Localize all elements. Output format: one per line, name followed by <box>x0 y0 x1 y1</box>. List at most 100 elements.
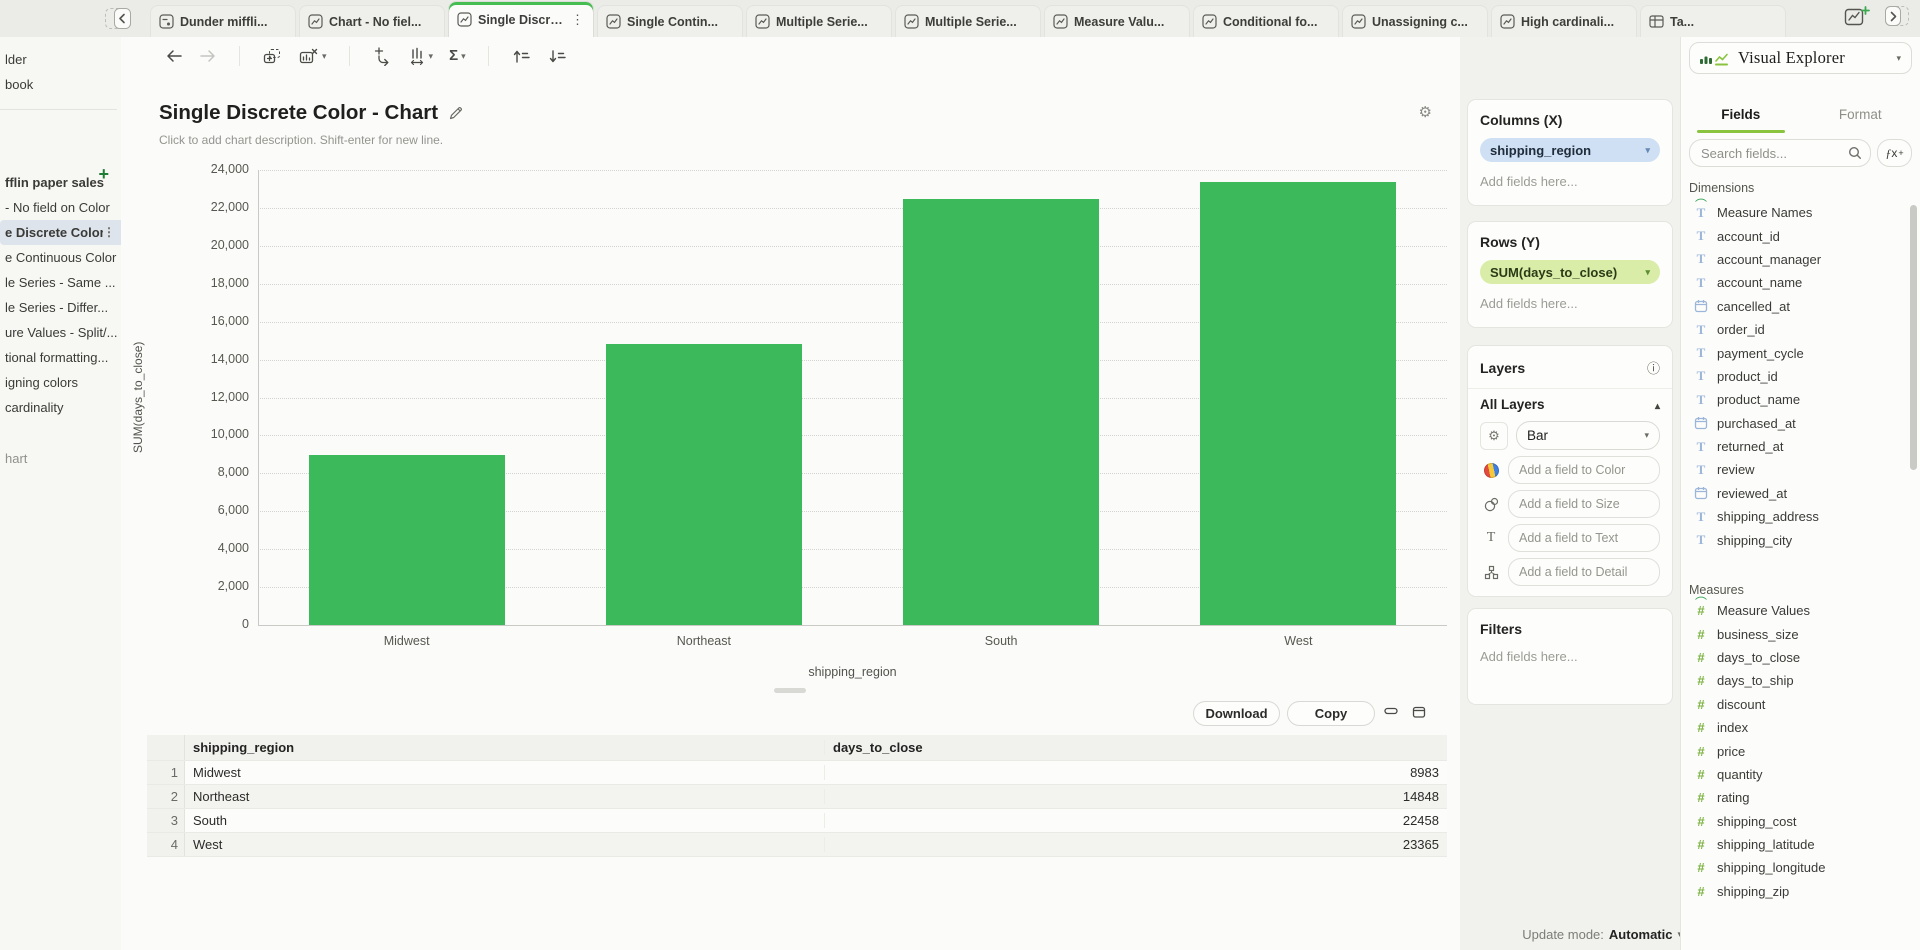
redo-button[interactable] <box>199 48 217 64</box>
bar-west[interactable] <box>1200 182 1396 625</box>
columns-x-dropzone[interactable]: Add fields here... <box>1480 174 1660 189</box>
tab-high-cardinali[interactable]: High cardinali... <box>1491 5 1637 37</box>
rows-y-field-pill[interactable]: SUM(days_to_close) <box>1480 260 1660 284</box>
field-price[interactable]: #price <box>1681 739 1906 762</box>
tab-single-contin[interactable]: Single Contin... <box>597 5 743 37</box>
columns-x-field-pill[interactable]: shipping_region <box>1480 138 1660 162</box>
update-mode-control[interactable]: Update mode: Automatic <box>1522 927 1682 942</box>
all-layers-toggle[interactable]: All Layers <box>1480 397 1660 412</box>
rows-y-dropzone[interactable]: Add fields here... <box>1480 296 1660 311</box>
field-days-to-close[interactable]: #days_to_close <box>1681 646 1906 669</box>
table-row[interactable]: 3South22458 <box>147 809 1447 833</box>
minimize-results-button[interactable] <box>1384 706 1399 716</box>
field-payment-cycle[interactable]: Tpayment_cycle <box>1681 341 1906 364</box>
tab-multiple-serie[interactable]: Multiple Serie... <box>746 5 892 37</box>
duplicate-chart-button[interactable] <box>262 47 282 66</box>
sidebar-item-le-series-same[interactable]: le Series - Same ... <box>0 270 121 295</box>
field-shipping-cost[interactable]: #shipping_cost <box>1681 810 1906 833</box>
table-row[interactable]: 1Midwest8983 <box>147 761 1447 785</box>
expand-panel-button[interactable] <box>1884 5 1910 27</box>
table-row[interactable]: 2Northeast14848 <box>147 785 1447 809</box>
chart-description-placeholder[interactable]: Click to add chart description. Shift-en… <box>159 133 443 147</box>
field-returned-at[interactable]: Treturned_at <box>1681 435 1906 458</box>
sidebar-item-e-continuous-color[interactable]: e Continuous Color <box>0 245 121 270</box>
field-shipping-city[interactable]: Tshipping_city <box>1681 528 1906 551</box>
tab-fields[interactable]: Fields <box>1681 99 1801 133</box>
field-account-name[interactable]: Taccount_name <box>1681 271 1906 294</box>
sidebar-item-lder[interactable]: lder <box>0 47 121 72</box>
filters-dropzone[interactable]: Add fields here... <box>1480 649 1660 664</box>
sidebar-item-cardinality[interactable]: cardinality <box>0 395 121 420</box>
table-row[interactable]: 4West23365 <box>147 833 1447 857</box>
aggregate-button[interactable] <box>449 47 466 65</box>
sort-descending-button[interactable] <box>547 48 567 65</box>
tab-unassigning-c[interactable]: Unassigning c... <box>1342 5 1488 37</box>
field-account-id[interactable]: Taccount_id <box>1681 224 1906 247</box>
info-icon[interactable] <box>1647 358 1660 378</box>
add-chart-sidebar-button[interactable] <box>98 165 109 183</box>
field-measure-values[interactable]: ⌒#Measure Values <box>1681 599 1906 622</box>
sidebar-item-ure-values-split[interactable]: ure Values - Split/... <box>0 320 121 345</box>
tab-ta[interactable]: Ta... <box>1640 5 1786 37</box>
field-purchased-at[interactable]: purchased_at <box>1681 412 1906 435</box>
copy-button[interactable]: Copy <box>1287 701 1375 726</box>
app-switcher[interactable]: Visual Explorer <box>1689 42 1912 74</box>
mark-type-select[interactable]: Bar <box>1516 421 1660 450</box>
field-shipping-longitude[interactable]: #shipping_longitude <box>1681 856 1906 879</box>
field-shipping-zip[interactable]: #shipping_zip <box>1681 880 1906 903</box>
collapse-sidebar-button[interactable] <box>104 7 132 30</box>
color-field-slot[interactable]: Add a field to Color <box>1508 456 1660 484</box>
tab-format[interactable]: Format <box>1801 99 1920 133</box>
sort-ascending-button[interactable] <box>511 48 531 65</box>
undo-button[interactable] <box>165 48 183 64</box>
sidebar-item-chart[interactable]: hart <box>0 446 121 471</box>
sidebar-item-e-discrete-color[interactable]: e Discrete Color -... <box>0 220 121 245</box>
field-product-id[interactable]: Tproduct_id <box>1681 365 1906 388</box>
maximize-results-button[interactable] <box>1412 706 1426 718</box>
swap-axes-button[interactable] <box>372 47 392 66</box>
tab-menu-icon[interactable] <box>570 12 585 28</box>
bar-width-button[interactable] <box>408 47 434 66</box>
field-measure-names[interactable]: ⌒TMeasure Names <box>1681 201 1906 224</box>
detail-field-slot[interactable]: Add a field to Detail <box>1508 558 1660 586</box>
field-days-to-ship[interactable]: #days_to_ship <box>1681 669 1906 692</box>
sidebar-item-book[interactable]: book <box>0 72 121 97</box>
panel-resize-handle[interactable] <box>774 688 806 693</box>
item-menu-icon[interactable] <box>103 220 121 245</box>
field-product-name[interactable]: Tproduct_name <box>1681 388 1906 411</box>
field-shipping-latitude[interactable]: #shipping_latitude <box>1681 833 1906 856</box>
field-shipping-address[interactable]: Tshipping_address <box>1681 505 1906 528</box>
chart-settings-gear-icon[interactable] <box>1419 103 1432 121</box>
field-quantity[interactable]: #quantity <box>1681 763 1906 786</box>
field-order-id[interactable]: Torder_id <box>1681 318 1906 341</box>
field-account-manager[interactable]: Taccount_manager <box>1681 248 1906 271</box>
bar-midwest[interactable] <box>309 455 505 625</box>
tab-dunder-miffli[interactable]: Dunder miffli... <box>150 5 296 37</box>
sidebar-item-no-field-on-color[interactable]: - No field on Color <box>0 195 121 220</box>
field-business-size[interactable]: #business_size <box>1681 622 1906 645</box>
layer-settings-gear-icon[interactable] <box>1480 422 1508 450</box>
fields-scrollbar[interactable] <box>1910 205 1917 470</box>
field-reviewed-at[interactable]: reviewed_at <box>1681 482 1906 505</box>
field-discount[interactable]: #discount <box>1681 693 1906 716</box>
field-index[interactable]: #index <box>1681 716 1906 739</box>
new-chart-button[interactable] <box>1844 5 1870 27</box>
size-field-slot[interactable]: Add a field to Size <box>1508 490 1660 518</box>
tab-single-discret[interactable]: Single Discret... <box>448 1 594 37</box>
search-input[interactable] <box>1690 140 1870 166</box>
download-button[interactable]: Download <box>1193 701 1280 726</box>
tab-conditional-fo[interactable]: Conditional fo... <box>1193 5 1339 37</box>
sidebar-item-tional-formatting[interactable]: tional formatting... <box>0 345 121 370</box>
edit-title-pencil-icon[interactable] <box>448 105 464 121</box>
sidebar-item-igning-colors[interactable]: igning colors <box>0 370 121 395</box>
field-rating[interactable]: #rating <box>1681 786 1906 809</box>
tab-multiple-serie[interactable]: Multiple Serie... <box>895 5 1041 37</box>
tab-chart-no-fiel[interactable]: Chart - No fiel... <box>299 5 445 37</box>
field-review[interactable]: Treview <box>1681 458 1906 481</box>
tab-measure-valu[interactable]: Measure Valu... <box>1044 5 1190 37</box>
sidebar-item-le-series-differ[interactable]: le Series - Differ... <box>0 295 121 320</box>
field-cancelled-at[interactable]: cancelled_at <box>1681 295 1906 318</box>
clear-fields-button[interactable] <box>298 47 327 66</box>
bar-northeast[interactable] <box>606 344 802 625</box>
add-formula-button[interactable]: ƒx+ <box>1877 139 1912 167</box>
